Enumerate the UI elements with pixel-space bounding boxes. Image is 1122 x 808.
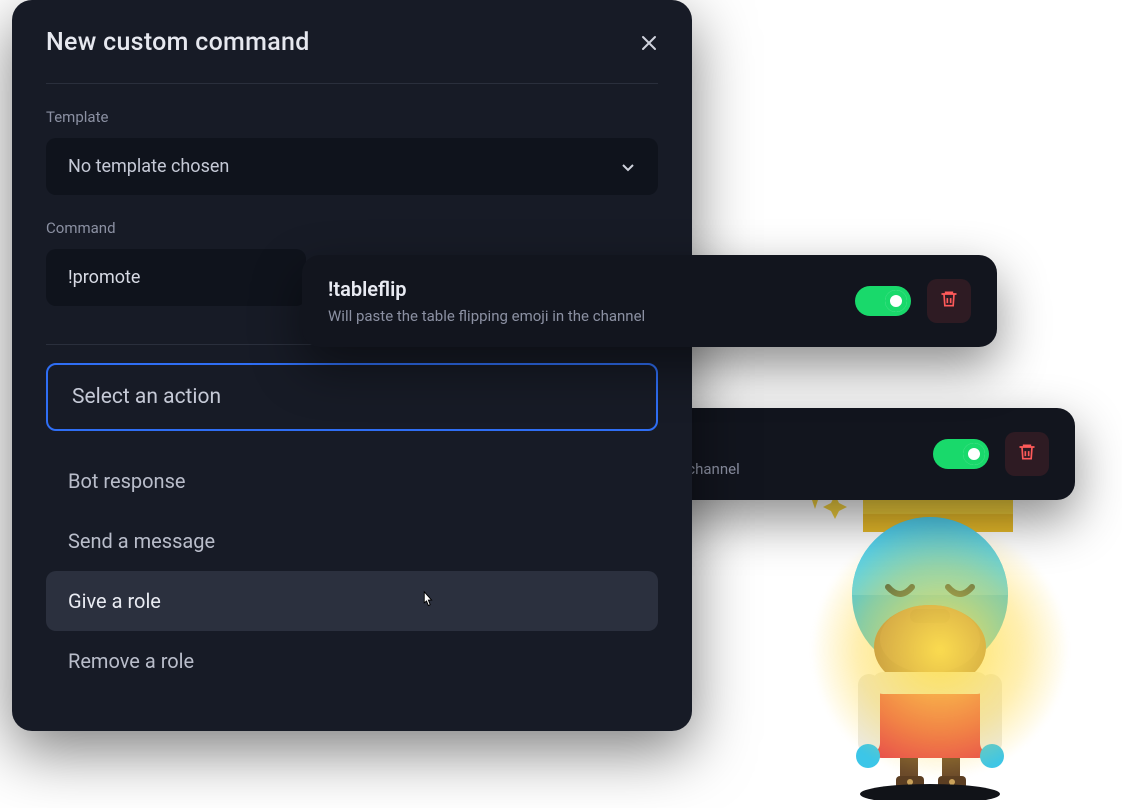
enable-toggle[interactable] — [855, 286, 911, 316]
template-select[interactable]: No template chosen — [46, 138, 658, 195]
action-select[interactable]: Select an action — [46, 363, 658, 431]
trash-icon — [1017, 442, 1037, 466]
modal-title: New custom command — [46, 28, 310, 57]
command-label: Command — [46, 219, 658, 237]
enable-toggle[interactable] — [933, 439, 989, 469]
option-give-role[interactable]: Give a role — [46, 571, 658, 631]
delete-button[interactable] — [1005, 432, 1049, 476]
command-name: !tableflip — [328, 277, 835, 301]
command-input[interactable]: !promote — [46, 249, 306, 306]
action-options-list: Bot response Send a message Give a role … — [46, 451, 658, 691]
pointer-cursor-icon — [416, 590, 438, 612]
command-description: Will paste the table flipping emoji in t… — [328, 307, 835, 325]
chevron-down-icon — [620, 159, 636, 175]
trash-icon — [939, 289, 959, 313]
option-bot-response[interactable]: Bot response — [46, 451, 658, 511]
option-send-message[interactable]: Send a message — [46, 511, 658, 571]
command-card-tableflip: !tableflip Will paste the table flipping… — [302, 255, 997, 347]
option-remove-role[interactable]: Remove a role — [46, 631, 658, 691]
template-label: Template — [46, 108, 658, 126]
delete-button[interactable] — [927, 279, 971, 323]
new-command-modal: New custom command Template No template … — [12, 0, 692, 731]
template-value: No template chosen — [68, 156, 229, 177]
option-label: Give a role — [68, 589, 161, 613]
close-icon — [640, 34, 658, 52]
close-button[interactable] — [640, 34, 658, 52]
